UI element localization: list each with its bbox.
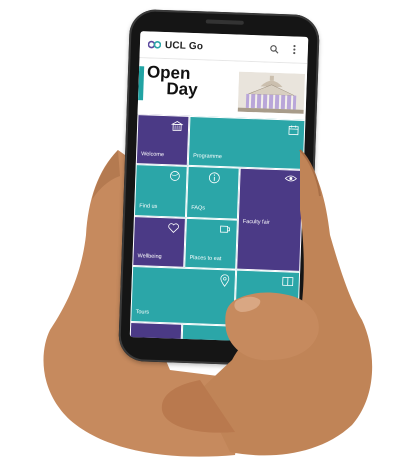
right-hand [161,149,373,456]
photo-scene: UCL Go Open Day Welcome Programme Find u… [0,0,404,463]
